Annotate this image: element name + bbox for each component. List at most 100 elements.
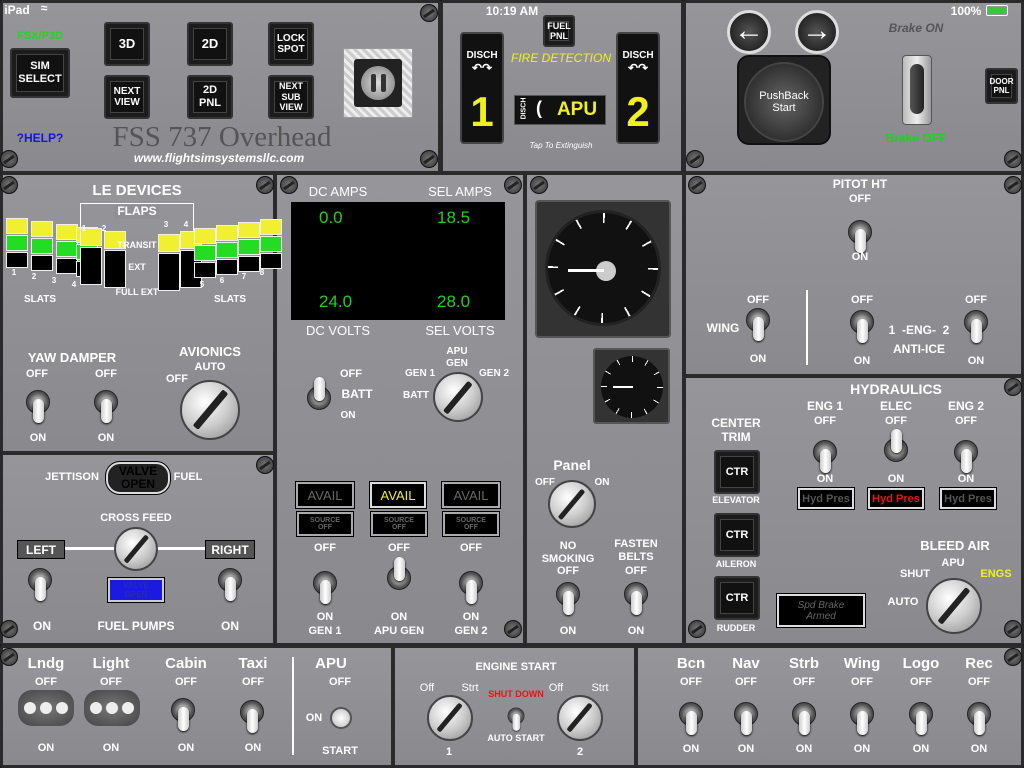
light-toggle[interactable] xyxy=(734,702,758,735)
3d-button[interactable]: 3D xyxy=(104,22,150,66)
apu-fire-handle[interactable]: DISCH APU ( xyxy=(514,95,606,125)
right-fuel-pump-toggle[interactable] xyxy=(218,568,242,601)
screw xyxy=(420,150,438,168)
jettison-valve-button[interactable]: VALVE OPEN xyxy=(106,462,170,494)
no-smoking-label: NO SMOKING xyxy=(541,540,595,565)
screw xyxy=(280,176,298,194)
fire-handle-1[interactable]: DISCH ↶↷ 1 xyxy=(460,32,504,144)
wing-on-label: ON xyxy=(749,353,767,365)
next-sub-view-button[interactable]: NEXT SUB VIEW xyxy=(268,75,314,119)
auto-start-toggle[interactable] xyxy=(507,707,525,731)
slats-left-label: SLATS xyxy=(23,294,57,305)
screw xyxy=(256,456,274,474)
le-device-light xyxy=(80,247,102,285)
lock-spot-button[interactable]: LOCK SPOT xyxy=(268,22,314,66)
taxi-light-toggle[interactable] xyxy=(240,700,264,733)
battery-toggle[interactable] xyxy=(307,377,331,410)
le-device-light xyxy=(194,228,216,244)
apu-gen-avail-light: AVAIL xyxy=(370,482,426,508)
screw xyxy=(530,176,548,194)
fuel-panel-button[interactable]: FUEL PNL xyxy=(543,15,575,47)
sim-select-button[interactable]: SIM SELECT xyxy=(10,48,70,98)
gen2-toggle[interactable] xyxy=(459,571,483,604)
speed-brake-armed-light: Spd Brake Armed xyxy=(777,594,865,627)
crossfeed-knob[interactable] xyxy=(114,527,158,571)
light-toggle[interactable] xyxy=(792,702,816,735)
gen2-source-off-light: SOURCE OFF xyxy=(443,512,499,536)
pause-button[interactable] xyxy=(343,48,413,118)
pitot-off-label: OFF xyxy=(849,193,871,205)
elec-hyd-on: ON xyxy=(887,473,905,485)
2d-button[interactable]: 2D xyxy=(187,22,233,66)
transit-label: TRANSIT xyxy=(117,240,157,250)
rotate-arrow-icon: ↶↷ xyxy=(471,61,493,75)
back-arrow-button[interactable]: ← xyxy=(727,10,771,54)
elevator-center-button[interactable]: CTR xyxy=(714,450,760,494)
engine1-start-knob[interactable] xyxy=(427,695,473,741)
avionics-knob[interactable] xyxy=(180,380,240,440)
landing-on-label: ON xyxy=(37,742,55,754)
door-panel-button[interactable]: DOOR PNL xyxy=(985,68,1018,104)
screw xyxy=(1004,620,1022,638)
engine2-start-knob[interactable] xyxy=(557,695,603,741)
taxi-light-label: Taxi xyxy=(238,655,268,672)
light-on-label: ON xyxy=(102,742,120,754)
apu-gen-toggle[interactable] xyxy=(387,557,411,590)
le-number-label: 6 xyxy=(219,276,225,285)
website-url[interactable]: www.flightsimsystemsllc.com xyxy=(134,151,304,166)
parking-brake-lever[interactable] xyxy=(902,55,932,125)
app-title: FSS 737 Overhead xyxy=(112,121,332,153)
2d-panel-button[interactable]: 2D PNL xyxy=(187,75,233,119)
divider xyxy=(292,657,294,755)
eng1-hyd-pump-toggle[interactable] xyxy=(813,440,837,473)
rudder-center-button[interactable]: CTR xyxy=(714,576,760,620)
landing-light-switches-2[interactable] xyxy=(84,690,140,726)
left-fuel-pump-toggle[interactable] xyxy=(28,568,52,601)
battery-icon xyxy=(986,5,1008,16)
eng2-start-strt: Strt xyxy=(591,682,609,694)
apu-start-switch[interactable] xyxy=(330,707,352,729)
no-smoking-toggle[interactable] xyxy=(556,582,580,615)
wing-anti-ice-toggle[interactable] xyxy=(746,308,770,341)
light-on-label: ON xyxy=(737,743,755,755)
rudder-label: RUDDER xyxy=(716,623,756,633)
gen1-toggle[interactable] xyxy=(313,571,337,604)
light-toggle[interactable] xyxy=(967,702,991,735)
next-view-button[interactable]: NEXT VIEW xyxy=(104,75,150,119)
yaw-damper-toggle-2[interactable] xyxy=(94,390,118,423)
pushback-start-button[interactable]: PushBack Start xyxy=(737,55,831,145)
le-number-label: 2 xyxy=(101,224,107,233)
cabin-light-toggle[interactable] xyxy=(171,698,195,731)
screw xyxy=(256,176,274,194)
right-tank-label: RIGHT xyxy=(206,541,254,558)
elec-hyd-pump-toggle[interactable] xyxy=(884,429,908,462)
le-device-light xyxy=(238,256,260,272)
fasten-belts-label: FASTEN BELTS xyxy=(614,538,658,563)
light-toggle[interactable] xyxy=(850,702,874,735)
pitot-heat-toggle[interactable] xyxy=(848,220,872,253)
pitot-on-label: ON xyxy=(851,251,869,263)
screw xyxy=(0,150,18,168)
le-device-light xyxy=(260,253,282,269)
eng2-start-off: Off xyxy=(548,682,564,694)
help-link[interactable]: ?HELP? xyxy=(17,131,64,146)
light-toggle[interactable] xyxy=(679,702,703,735)
light-toggle[interactable] xyxy=(909,702,933,735)
rotate-arrow-icon: ( xyxy=(536,98,542,118)
bleed-air-knob[interactable] xyxy=(926,578,982,634)
meter-select-knob[interactable] xyxy=(433,372,483,422)
yaw-damper-toggle-1[interactable] xyxy=(26,390,50,423)
eng2-on-label: ON xyxy=(967,355,985,367)
le-device-light xyxy=(216,259,238,275)
eng1-anti-ice-toggle[interactable] xyxy=(850,310,874,343)
eng2-anti-ice-toggle[interactable] xyxy=(964,310,988,343)
forward-arrow-button[interactable]: → xyxy=(795,10,839,54)
yaw-on-label: ON xyxy=(97,432,115,444)
wing-off-label: OFF xyxy=(747,294,769,306)
fire-handle-2[interactable]: DISCH ↶↷ 2 xyxy=(616,32,660,144)
fasten-belts-toggle[interactable] xyxy=(624,582,648,615)
landing-light-switches[interactable] xyxy=(18,690,74,726)
aileron-center-button[interactable]: CTR xyxy=(714,513,760,557)
eng2-hyd-pump-toggle[interactable] xyxy=(954,440,978,473)
panel-light-knob[interactable] xyxy=(548,480,596,528)
